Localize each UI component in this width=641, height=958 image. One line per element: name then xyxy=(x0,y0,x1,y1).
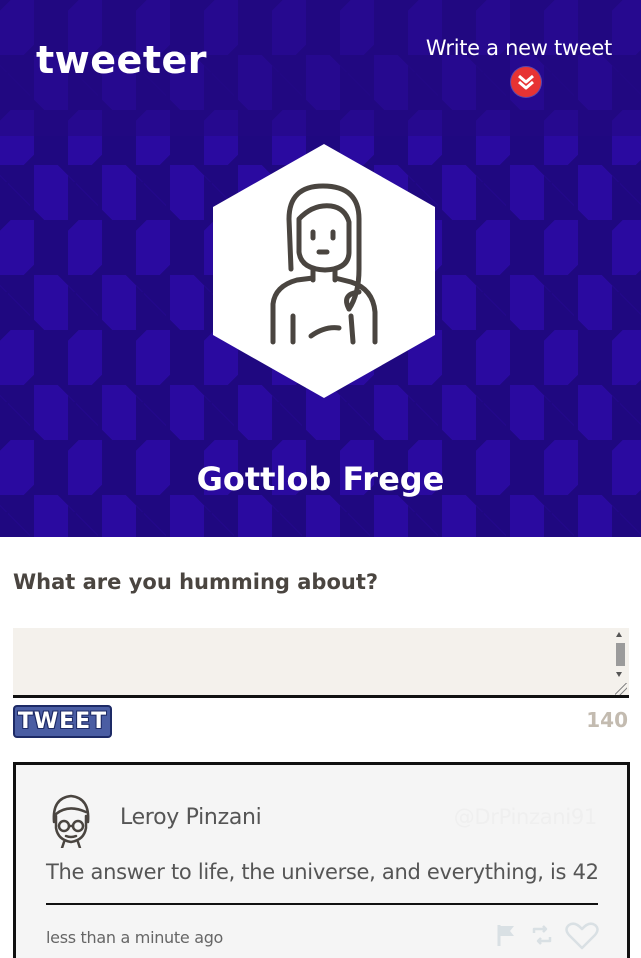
profile-name: Gottlob Frege xyxy=(196,460,445,498)
tweet-text: The answer to life, the universe, and ev… xyxy=(46,860,599,884)
compose-prompt: What are you humming about? xyxy=(13,570,379,594)
man-with-glasses-avatar-icon xyxy=(46,792,96,850)
retweet-icon[interactable] xyxy=(530,924,554,946)
app-logo[interactable]: tweeter xyxy=(36,38,207,82)
profile-banner: tweeter Write a new tweet Gottlob Frege xyxy=(0,0,641,537)
resize-grip-icon[interactable] xyxy=(615,683,627,695)
tweet-textarea[interactable] xyxy=(13,628,629,698)
tweet-author-name[interactable]: Leroy Pinzani xyxy=(120,805,262,830)
character-counter: 140 xyxy=(586,708,628,732)
nav-bar: tweeter Write a new tweet xyxy=(0,0,641,136)
scroll-down-arrow-icon[interactable] xyxy=(616,672,622,677)
heart-icon[interactable] xyxy=(564,921,600,951)
scroll-up-arrow-icon[interactable] xyxy=(616,632,622,637)
tweet-timestamp: less than a minute ago xyxy=(46,928,224,947)
tweet-author-handle[interactable]: @DrPinzani91 xyxy=(454,805,598,829)
write-new-tweet-link[interactable]: Write a new tweet xyxy=(426,36,612,60)
tweet-divider xyxy=(46,903,598,905)
double-chevron-down-icon[interactable] xyxy=(511,67,541,97)
tweet-card: Leroy Pinzani @DrPinzani91 The answer to… xyxy=(13,762,630,958)
tweet-actions xyxy=(492,917,602,953)
woman-avatar-icon xyxy=(213,144,435,398)
flag-icon[interactable] xyxy=(496,923,516,947)
scroll-thumb[interactable] xyxy=(616,643,625,666)
tweet-button[interactable]: TWEET xyxy=(13,705,112,738)
